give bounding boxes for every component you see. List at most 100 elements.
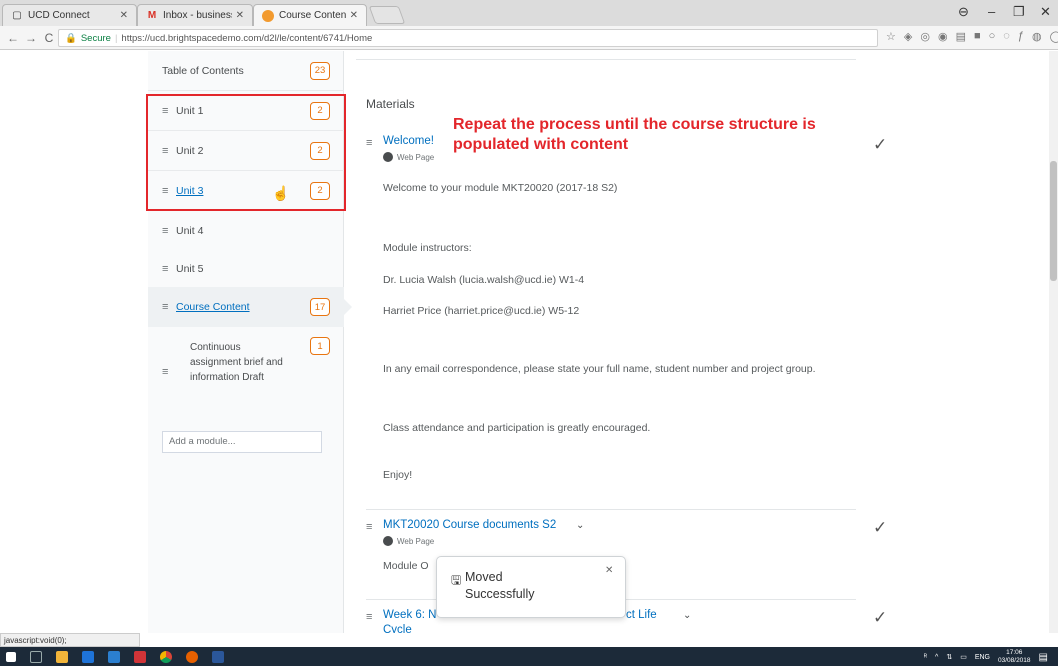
content-item-title[interactable]: Welcome! [383, 135, 434, 147]
body-text: Dr. Lucia Walsh (lucia.walsh@ucd.ie) W1-… [383, 274, 585, 286]
extension-icon[interactable]: ○ [989, 30, 996, 43]
content-item-type: Web Page [383, 152, 434, 162]
hand-cursor-icon: ☝ [272, 185, 290, 201]
item-type-label: Web Page [397, 536, 435, 546]
secure-label: Secure [80, 32, 111, 44]
windows-start-icon[interactable] [6, 651, 16, 662]
extension-icon[interactable]: ◉ [938, 30, 948, 43]
display-icon[interactable]: ▭ [960, 653, 967, 661]
divider [356, 59, 856, 60]
drag-handle-icon[interactable]: ≡ [162, 225, 176, 237]
drag-handle-icon[interactable]: ≡ [366, 611, 372, 623]
store-icon[interactable] [108, 650, 120, 663]
page-icon: ▢ [12, 10, 22, 21]
drag-handle-icon[interactable]: ≡ [366, 521, 372, 533]
extension-icon[interactable]: ◎ [920, 30, 930, 43]
extension-icon[interactable]: ◈ [904, 30, 912, 43]
url-text: https://ucd.brightspacedemo.com/d2l/le/c… [121, 32, 373, 44]
toast-message: Moved Successfully [465, 570, 535, 601]
separator: | [114, 32, 118, 44]
system-tray: ᴿ ^ ⇅ ▭ ENG 17:06 03/08/2018 ▤ [924, 649, 1048, 665]
sidebar-item-unit-5[interactable]: ≡ Unit 5 [148, 249, 344, 289]
sidebar-item-course-content[interactable]: ≡ Course Content 17 [148, 287, 352, 327]
unit-label: Unit 5 [176, 263, 204, 275]
word-icon[interactable] [212, 650, 224, 663]
checkmark-icon[interactable]: ✓ [873, 135, 887, 155]
chevron-down-icon[interactable]: ⌄ [576, 520, 584, 531]
close-icon[interactable]: ✕ [350, 10, 358, 21]
reload-button[interactable]: C [40, 31, 58, 45]
minimize-button[interactable]: – [988, 4, 995, 19]
chevron-up-icon[interactable]: ^ [935, 654, 938, 661]
toc-label: Table of Contents [162, 64, 244, 77]
firefox-icon[interactable] [186, 650, 198, 663]
close-icon[interactable]: ✕ [236, 10, 244, 21]
tab-inbox[interactable]: M Inbox - business.elearnin ✕ [137, 4, 253, 26]
count-badge: 1 [310, 337, 330, 355]
sidebar-sub-item[interactable]: ≡ Continuous assignment brief and inform… [148, 330, 344, 420]
content-item-title-line2[interactable]: Cycle [383, 624, 412, 633]
drag-handle-icon[interactable]: ≡ [162, 263, 176, 275]
body-text: Module O [383, 560, 429, 572]
extension-icon[interactable]: ◌ [1003, 30, 1010, 43]
gmail-icon: M [147, 10, 157, 21]
close-window-button[interactable]: ✕ [1040, 4, 1051, 20]
unit-label: Unit 4 [176, 225, 204, 237]
tab-course-content[interactable]: Course Content - EdTech ✕ [253, 4, 367, 26]
active-indicator [344, 299, 352, 315]
back-button[interactable]: ← [4, 31, 22, 45]
extension-icon[interactable]: ■ [974, 30, 981, 43]
content-item-title[interactable]: Week 6: N [383, 609, 436, 621]
media-icon[interactable] [134, 650, 146, 663]
forward-button[interactable]: → [22, 31, 40, 45]
close-icon[interactable]: ✕ [120, 10, 128, 21]
extension-icon[interactable]: ◯ [1050, 30, 1058, 43]
checkmark-icon[interactable]: ✓ [873, 608, 887, 628]
globe-icon [383, 152, 393, 162]
windows-taskbar: ᴿ ^ ⇅ ▭ ENG 17:06 03/08/2018 ▤ [0, 647, 1058, 666]
body-text: In any email correspondence, please stat… [383, 363, 816, 375]
body-text: Module instructors: [383, 242, 472, 254]
tab-ucd-connect[interactable]: ▢ UCD Connect ✕ [2, 4, 137, 26]
chevron-down-icon[interactable]: ⌄ [683, 610, 691, 621]
address-bar[interactable]: 🔒 Secure | https://ucd.brightspacedemo.c… [58, 29, 878, 47]
module-label[interactable]: Course Content [176, 301, 250, 313]
new-tab-button[interactable] [368, 6, 406, 24]
content-item-title[interactable]: MKT20020 Course documents S2 [383, 519, 556, 531]
tab-title: Course Content - EdTech [279, 10, 346, 21]
close-icon[interactable]: ✕ [605, 565, 613, 576]
add-module-input[interactable]: Add a module... [162, 431, 322, 453]
scrollbar[interactable] [1049, 51, 1058, 633]
globe-icon [383, 536, 393, 546]
sidebar-item-unit-4[interactable]: ≡ Unit 4 [148, 211, 344, 251]
content-item-type: Web Page [383, 536, 434, 546]
main-content: Materials ≡ Welcome! Web Page ✓ Repeat t… [356, 51, 1058, 633]
chrome-icon[interactable] [160, 650, 172, 663]
task-view-icon[interactable] [30, 650, 42, 663]
edge-icon[interactable] [82, 650, 94, 663]
drag-handle-icon[interactable]: ≡ [162, 366, 168, 378]
clock[interactable]: 17:06 03/08/2018 [998, 649, 1031, 665]
extension-icon[interactable]: ◍ [1032, 30, 1042, 43]
checkmark-icon[interactable]: ✓ [873, 518, 887, 538]
file-explorer-icon[interactable] [56, 650, 68, 663]
toc-header[interactable]: Table of Contents 23 [148, 51, 344, 91]
annotation-highlight-box [146, 94, 346, 211]
notifications-icon[interactable]: ▤ [1039, 652, 1048, 663]
extension-icons: ☆ ◈ ◎ ◉ ▤ ■ ○ ◌ ƒ ◍ ◯ ◎ ⋮ [886, 30, 1058, 43]
extension-icon[interactable]: ▤ [956, 30, 966, 43]
clock-date: 03/08/2018 [998, 657, 1031, 664]
people-icon[interactable]: ᴿ [924, 654, 927, 661]
star-icon[interactable]: ☆ [886, 30, 896, 43]
language-indicator[interactable]: ENG [975, 654, 990, 661]
lock-icon: 🔒 [65, 32, 77, 44]
status-bar-url: javascript:void(0); [0, 633, 140, 647]
network-icon[interactable]: ⇅ [946, 653, 952, 661]
profile-icon[interactable]: ⊖ [958, 4, 969, 20]
content-item-title-tail[interactable]: ct Life [626, 609, 657, 621]
scrollbar-thumb[interactable] [1050, 161, 1057, 281]
drag-handle-icon[interactable]: ≡ [366, 137, 372, 149]
extension-icon[interactable]: ƒ [1018, 30, 1024, 43]
maximize-button[interactable]: ❐ [1013, 4, 1025, 20]
drag-handle-icon[interactable]: ≡ [162, 301, 176, 313]
